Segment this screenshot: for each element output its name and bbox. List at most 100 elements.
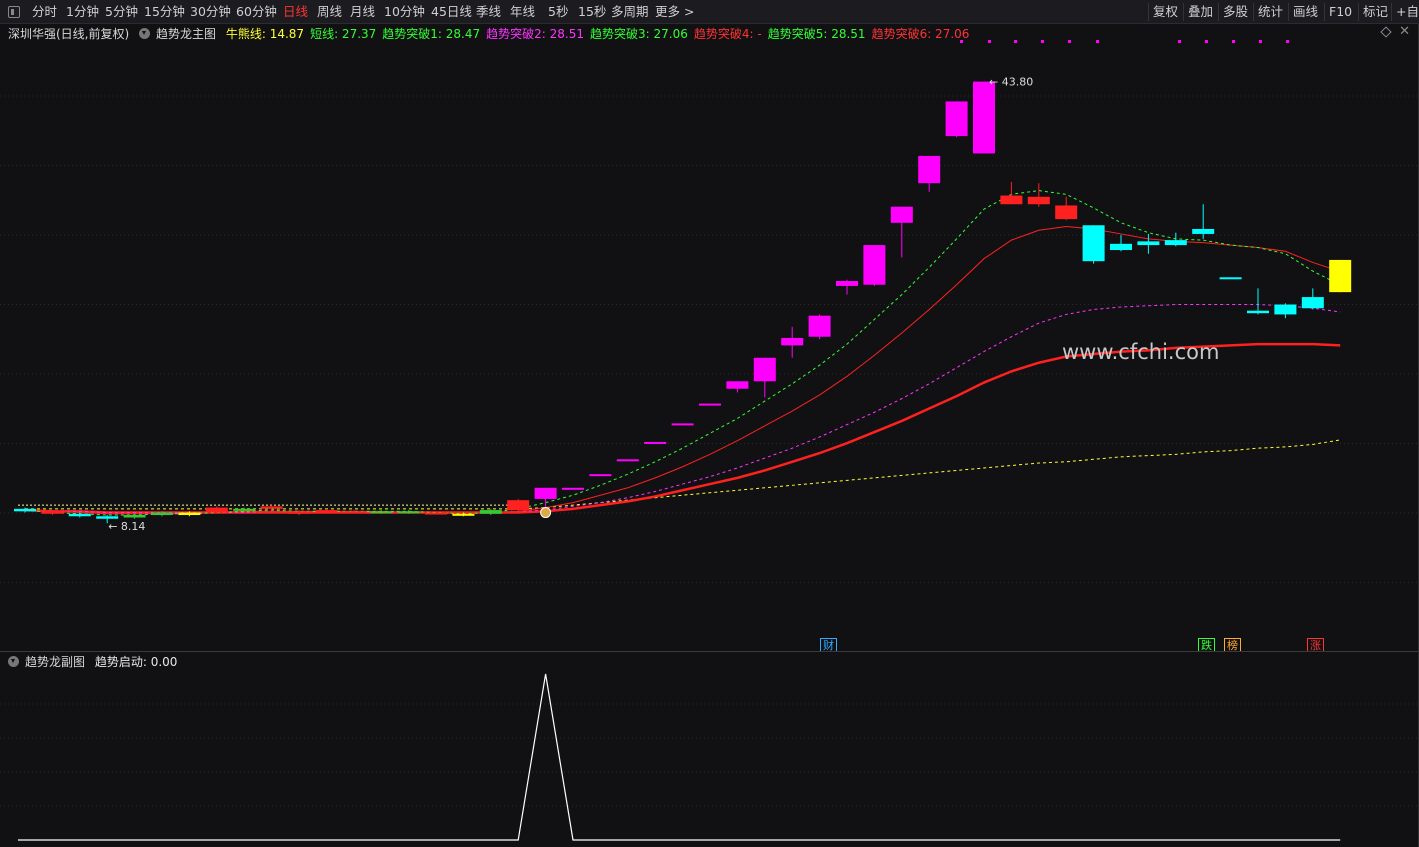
period-tab[interactable]: 多周期 [611,4,649,20]
signal-dot [1178,40,1181,43]
sub-indicator-name[interactable]: 趋势龙副图 [25,655,85,669]
panel-toggle-icon[interactable] [8,6,20,18]
candle-body [14,508,36,512]
candle-body [1082,225,1105,262]
trend-break-line-2 [24,304,1341,514]
legend-item: 趋势突破5: 28.51 [767,27,866,41]
trend-start-line [18,673,1341,841]
candle-body [836,280,858,286]
trend-break-line-3 [24,342,1341,514]
toolbar-button[interactable]: 画线 [1288,3,1322,21]
signal-dot [1014,40,1017,43]
period-tab[interactable]: 日线 [283,4,308,20]
candle-body [562,487,584,490]
trend-break-line-1 [24,226,1341,515]
period-tab[interactable]: 1分钟 [66,4,99,20]
main-indicator-name[interactable]: 趋势龙主图 [156,27,216,41]
candle-body [123,515,146,518]
low-price-label: ← 8.14 [108,520,145,533]
candle-body [397,511,420,514]
candle-body [288,511,310,514]
period-tab[interactable]: 5秒 [548,4,568,20]
candle-body [1192,228,1215,234]
period-tab[interactable]: 15分钟 [144,4,185,20]
toolbar: 分时 1分钟 5分钟 15分钟 30分钟 60分钟 日线 周线 月线 10分钟 45日线 季线 年线 5秒… [0,0,1419,24]
candle-body [1137,241,1160,246]
candle-body [41,511,64,514]
candle-body [945,101,968,137]
toolbar-button[interactable]: 标记 [1358,3,1392,21]
legend-item: 牛熊线: 14.87 [225,27,305,41]
toolbar-button[interactable]: 多股 [1218,3,1252,21]
candle-body [507,500,530,511]
candle-body [726,381,749,389]
sub-chart-svg [0,673,1419,841]
candle-body [342,511,365,514]
close-icon[interactable]: ✕ [1399,24,1410,39]
candle-body [260,506,283,509]
period-tab[interactable]: 60分钟 [236,4,277,20]
candle-body [890,206,913,223]
main-chart-svg: ← 43.80 ← 8.14 [0,40,1419,583]
period-tab[interactable]: 分时 [32,4,57,20]
sub-indicator-menu-icon[interactable] [8,656,19,667]
toolbar-button[interactable]: 复权 [1148,3,1182,21]
legend-item: 趋势突破4: - [693,27,762,41]
main-chart-panel: ← 43.80 ← 8.14 深圳华强(日线,前复权) 趋势龙主图 牛熊线: 14… [0,24,1419,653]
candle-body [918,155,941,184]
toolbar-button[interactable]: 叠加 [1183,3,1217,21]
legend-item: 趋势突破6: 27.06 [871,27,970,41]
indicator-menu-icon[interactable] [139,28,151,39]
candle-body [753,357,776,382]
candle-body [370,511,393,514]
toolbar-button[interactable]: 统计 [1253,3,1287,21]
candle-body [233,508,256,511]
signal-dot [1259,40,1262,43]
period-tab[interactable]: 10分钟 [384,4,425,20]
candle-body [534,487,557,499]
stock-title: 深圳华强(日线,前复权) [8,27,130,41]
candle-body [1164,240,1187,246]
period-tab[interactable]: 更多 > [655,4,694,20]
candle-body [151,512,173,516]
signal-dot [1286,40,1289,43]
sub-legend-value: 趋势启动: 0.00 [94,655,178,669]
candle-body [205,507,228,513]
candle-body [425,512,447,515]
period-tab[interactable]: 季线 [476,4,501,20]
candle-body [644,441,667,444]
signal-dot [1096,40,1099,43]
candle-body [96,516,119,519]
period-tab[interactable]: 45日线 [431,4,472,20]
sub-legend: 趋势龙副图 趋势启动: 0.00 [8,654,183,670]
legend-item: 趋势突破1: 28.47 [382,27,481,41]
legend-item: 趋势突破2: 28.51 [486,27,585,41]
period-tab[interactable]: 5分钟 [105,4,138,20]
toolbar-button[interactable]: F10 [1324,3,1356,21]
candle-body [781,337,804,346]
candle-body [178,512,201,516]
period-tab[interactable]: 周线 [317,4,342,20]
candle-body [589,474,612,477]
period-tab[interactable]: 15秒 [578,4,606,20]
toolbar-button[interactable]: +自选 [1391,3,1419,21]
period-tab[interactable]: 30分钟 [190,4,231,20]
period-tab[interactable]: 年线 [510,4,535,20]
candle-body [973,81,995,154]
high-price-label: ← 43.80 [989,76,1033,89]
candle-body [616,459,639,462]
signal-dot [1232,40,1235,43]
period-tab[interactable]: 月线 [350,4,375,20]
candle-body [68,513,91,517]
candle-body [1000,195,1023,205]
bull-bear-line [25,439,1341,510]
candle-body [1247,310,1269,314]
signal-dot [1068,40,1071,43]
legend-items: 牛熊线: 14.87 短线: 27.37 趋势突破1: 28.47 趋势突破2: 28… [226,27,976,41]
main-legend: 深圳华强(日线,前复权) 趋势龙主图 牛熊线: 14.87 短线: 27.37 趋势… [8,26,981,42]
sub-chart-panel: 趋势龙副图 趋势启动: 0.00 [0,651,1419,847]
watermark: www.cfchi.com [1062,340,1220,364]
signal-dot [1041,40,1044,43]
candle-body [1219,277,1242,280]
candle-body [452,513,475,516]
